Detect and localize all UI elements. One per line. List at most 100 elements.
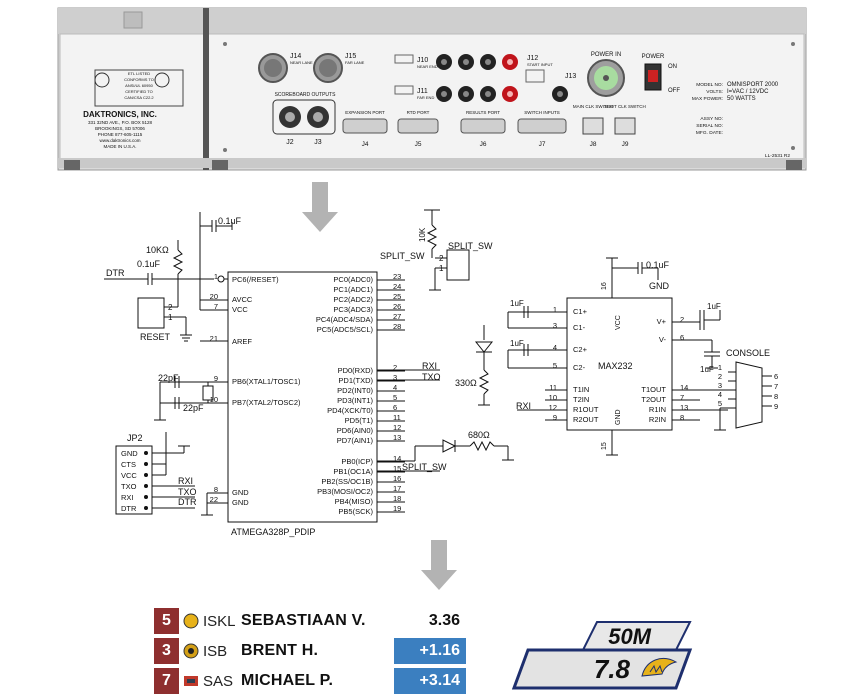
jp2-pin-label: VCC [121, 471, 137, 480]
console-label: CONSOLE [726, 348, 770, 358]
manufacturer-address: 331 32ND AVE., P.O. BOX 5128 [88, 120, 153, 125]
jp2-pin-dot [144, 484, 148, 488]
max232-pin-number: 3 [553, 321, 557, 330]
manufacturer-name: DAKTRONICS, INC. [83, 110, 157, 119]
j9-label: J9 [622, 141, 629, 148]
power-on-label: ON [668, 64, 677, 70]
manufacturer-origin: MADE IN U.S.A. [103, 144, 136, 149]
mcu-pin-name: PC6(/RESET) [232, 275, 279, 284]
team-code: ISKL [203, 612, 236, 630]
j10-label: J10 [417, 57, 428, 64]
svg-text:SERIAL NO:: SERIAL NO: [696, 123, 723, 129]
jp2-pins: GND CTS VCC TXO RXI DTR [121, 449, 148, 513]
jp2-pin-dot [144, 495, 148, 499]
manufacturer-phone: PHONE 877-605-1115 [98, 132, 143, 137]
j15-label: J15 [345, 53, 356, 60]
mcu-pin-name: PB0(ICP) [341, 457, 373, 466]
position: 3 [154, 638, 179, 664]
j12-label: J12 [527, 55, 538, 62]
cap-reset-label: 0.1uF [137, 259, 161, 269]
mcu-pin-name: PD5(T1) [345, 416, 374, 425]
athlete-name: BRENT H. [241, 638, 394, 664]
jp2-pin-label: DTR [121, 504, 137, 513]
max232-pin-name: R2IN [649, 415, 666, 424]
j12-sub: START INPUT [527, 62, 553, 67]
max232-vcc-pin: 16 [601, 282, 608, 290]
svg-text:MAX POWER:: MAX POWER: [692, 96, 723, 102]
time: 3.36 [394, 608, 466, 634]
mcu-pin-name: PD3(INT1) [337, 396, 373, 405]
split-sw-net-label: SPLIT_SW [380, 251, 425, 261]
time-gap: +3.14 [394, 668, 466, 694]
max232-pin-number: 2 [680, 315, 684, 324]
mcu-pin-number: 7 [214, 302, 218, 311]
power-label: POWER [642, 54, 665, 60]
leaderboard-row: 3 ISB BRENT H. +1.16 [154, 638, 466, 664]
svg-text:MFG. DATE:: MFG. DATE: [696, 130, 723, 136]
cert-line-3: ANSI/UL 60950 [125, 83, 153, 88]
team: ISB [179, 638, 241, 664]
jp2-pin-dot [144, 473, 148, 477]
mcu-pin-name: PB7(XTAL2/TOSC2) [232, 398, 301, 407]
svg-text:50 WATTS: 50 WATTS [727, 96, 756, 102]
sw-pin-1: 1 [439, 264, 444, 273]
db9-pins: 12345 6789 [718, 363, 778, 411]
manufacturer-web: www.daktronics.com [99, 138, 140, 143]
svg-text:RESULTS PORT: RESULTS PORT [466, 110, 500, 115]
mcu-left-pins: PC6(/RESET) 1 AVCC 20 VCC 7 AREF 21 PB6(XTAL1/TO… [210, 272, 301, 507]
j11-sub: FAR END [417, 95, 434, 100]
event-label: 50M [608, 624, 651, 649]
team-logo-icon [182, 613, 200, 629]
max-cap-top-label: 0.1uF [646, 260, 670, 270]
mcu-pin-name: PD7(AIN1) [337, 436, 374, 445]
j11-label: J11 [417, 88, 428, 95]
svg-text:J4: J4 [362, 141, 369, 148]
cap-1uf-2: 1uF [510, 339, 524, 348]
shot-clk-label: SHOT CLK SWITCH [604, 104, 645, 109]
mcu-pin-name: PB1(OC1A) [333, 467, 373, 476]
cert-line-4: CERTIFIED TO [125, 89, 153, 94]
max232-gnd-pin: 15 [601, 442, 608, 450]
reset-pin-2: 2 [168, 303, 173, 312]
max232-name: MAX232 [598, 361, 633, 371]
mcu-pin-name: PD4(XCK/T0) [327, 406, 373, 415]
power-off-label: OFF [668, 88, 680, 94]
j13-label: J13 [565, 73, 576, 80]
max232-pin-number: 8 [680, 413, 684, 422]
db9-pin-number: 9 [774, 402, 778, 411]
max232-pin-number: 12 [549, 403, 557, 412]
svg-text:LL-2531 R2: LL-2531 R2 [765, 153, 790, 159]
max232-pin-name: C1- [573, 323, 586, 332]
jp2-pin-label: GND [121, 449, 138, 458]
mcu-pin-number: 21 [210, 334, 218, 343]
db9-pin-number: 6 [774, 372, 778, 381]
max232-pin-name: C2- [573, 363, 586, 372]
svg-text:RTD PORT: RTD PORT [407, 110, 430, 115]
mcu-pin-name: PD1(TXD) [338, 376, 373, 385]
svg-text:OMNISPORT 2000: OMNISPORT 2000 [727, 82, 779, 88]
mcu-right-pins: PC0(ADC0) 23PC1(ADC1) 24PC2(ADC2) 25PC3(ADC… [316, 272, 405, 516]
j3-label: J3 [314, 139, 322, 146]
db9-connector [735, 361, 763, 429]
svg-text:SWITCH INPUTS: SWITCH INPUTS [524, 110, 560, 115]
mcu-pin-name: AVCC [232, 295, 253, 304]
cert-line-2: CONFORMS TO [124, 77, 154, 82]
mcu-pin-name: PC2(ADC2) [333, 295, 373, 304]
max-gnd-label: GND [649, 281, 670, 291]
max232-pin-name: C2+ [573, 345, 588, 354]
jp2-net-rxi: RXI [178, 476, 193, 486]
max232-pin-number: 14 [680, 383, 688, 392]
xtal-c1-label: 22pF [158, 373, 179, 383]
mcu-pin-name: PB5(SCK) [338, 507, 373, 516]
j8-label: J8 [590, 141, 597, 148]
svg-text:J7: J7 [539, 141, 546, 148]
db9-pin-number: 8 [774, 392, 778, 401]
db9-pin-number: 4 [718, 390, 722, 399]
svg-text:MODEL NO:: MODEL NO: [696, 82, 723, 88]
max232-pin-name: T2IN [573, 395, 589, 404]
position: 5 [154, 608, 179, 634]
max232-pin-name: R1IN [649, 405, 666, 414]
rxi-label: RXI [422, 361, 437, 371]
jp2-net-dtr: DTR [178, 497, 197, 507]
db9-pin-number: 7 [774, 382, 778, 391]
